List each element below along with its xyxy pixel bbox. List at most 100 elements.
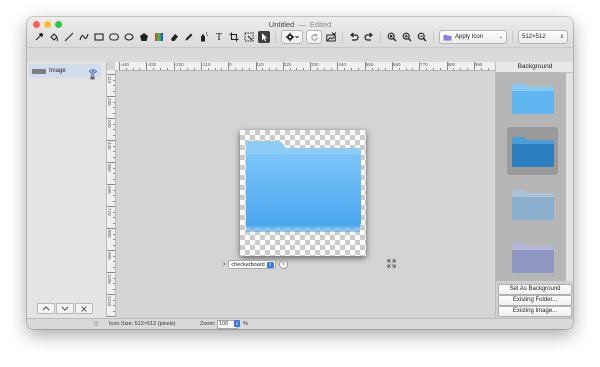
ruler-tick: [453, 68, 454, 70]
ruler-tick: [426, 68, 427, 70]
size-popup[interactable]: 512×512 ⇕: [518, 30, 568, 44]
ruler-tick: [439, 68, 441, 70]
resize-handle-icon[interactable]: |||: [94, 321, 98, 327]
ruler-label: 770: [107, 208, 112, 216]
help-button[interactable]: ?: [278, 260, 288, 269]
ruler-label: 110: [107, 76, 112, 84]
title-bar: Untitled — Edited T Apply Icon ⌄ 512×512…: [27, 17, 573, 62]
secondary-bar: [27, 47, 573, 62]
folder-icon: [443, 34, 452, 41]
ruler-label: 0: [229, 62, 232, 67]
ruler-label: 880: [107, 230, 112, 238]
spray-can-icon[interactable]: [198, 31, 210, 43]
zoom-label: Zoom:: [200, 321, 216, 327]
ruler-tick: [330, 68, 332, 70]
zoom-to-fit-icon[interactable]: [386, 31, 398, 43]
arrow-pointer-icon[interactable]: [258, 31, 270, 43]
ruler-tick: [480, 68, 482, 70]
ruler-label: 1100: [107, 274, 112, 284]
rounded-rectangle-icon[interactable]: [108, 31, 120, 43]
existing-folder-button[interactable]: Existing Folder...: [498, 295, 572, 306]
set-as-background-button[interactable]: Set As Background: [498, 284, 572, 295]
close-icon: [81, 305, 87, 312]
ruler-tick: [113, 233, 115, 234]
layers-panel: Image: [27, 62, 107, 318]
ruler-tick: [241, 68, 243, 70]
chevron-right-icon[interactable]: ›: [223, 261, 225, 268]
layer-delete-button[interactable]: [75, 303, 93, 314]
ruler-label: 220: [283, 62, 292, 67]
ruler-tick: [194, 68, 195, 70]
existing-image-button[interactable]: Existing Image...: [498, 306, 572, 317]
canvas-area[interactable]: -440 -330 -220 -110 0 110 220 330 440 550 660 770 88…: [107, 62, 495, 318]
text-icon[interactable]: T: [213, 31, 225, 43]
zoom-in-icon[interactable]: [401, 31, 413, 43]
ruler-tick: [344, 68, 345, 70]
ruler-tick: [235, 68, 236, 70]
ruler-tick: [113, 255, 115, 256]
ruler-tick: [371, 68, 373, 70]
background-panel: Background Set As Background Existing Fo…: [495, 62, 573, 318]
chevron-up-icon: [42, 306, 50, 311]
purple-folder-icon[interactable]: [507, 233, 558, 281]
thumbnails-scrollbar[interactable]: [566, 73, 573, 281]
refresh-button[interactable]: [306, 30, 322, 44]
horizontal-ruler: -440 -330 -220 -110 0 110 220 330 440 550 660 770 88…: [115, 62, 495, 71]
ruler-tick: [221, 68, 222, 70]
eye-icon[interactable]: [89, 68, 97, 74]
ruler-label: 660: [107, 186, 112, 194]
blue-folder-icon[interactable]: [507, 127, 558, 175]
icon-size-label: Icon Size: 512×512 (pixels): [109, 321, 176, 327]
add-image-icon[interactable]: [325, 31, 337, 43]
ruler-tick: [113, 266, 115, 267]
ruler-label: 110: [256, 62, 264, 67]
crop-icon[interactable]: [228, 31, 240, 43]
refresh-icon: [310, 32, 318, 41]
undo-icon[interactable]: [348, 31, 360, 43]
ruler-tick: [351, 68, 352, 70]
paint-bucket-icon[interactable]: [48, 31, 60, 43]
ruler-tick: [113, 112, 115, 113]
expand-arrows-icon[interactable]: [387, 259, 396, 268]
line-icon[interactable]: [63, 31, 75, 43]
ruler-tick: [187, 68, 188, 70]
eyedropper-icon[interactable]: [33, 31, 45, 43]
polygon-icon[interactable]: [138, 31, 150, 43]
ruler-tick: [125, 68, 127, 70]
pencil-icon[interactable]: [183, 31, 195, 43]
ruler-label: -220: [174, 62, 184, 67]
ruler-tick: [214, 68, 216, 70]
gradient-icon[interactable]: [153, 31, 165, 43]
ruler-tick: [107, 206, 115, 207]
ruler-tick: [207, 68, 209, 70]
lock-icon[interactable]: [90, 74, 95, 80]
icon-canvas[interactable]: [240, 130, 366, 256]
ruler-tick: [113, 101, 115, 102]
zoom-stepper[interactable]: ⇕: [234, 320, 240, 327]
redo-icon[interactable]: [363, 31, 375, 43]
graphite-folder-icon[interactable]: [507, 180, 558, 228]
light-blue-folder-icon[interactable]: [507, 74, 558, 122]
settings-button[interactable]: [281, 30, 303, 44]
background-select[interactable]: checkerboard ⇕: [228, 260, 276, 269]
ruler-tick: [378, 68, 379, 70]
ruler-tick: [113, 310, 115, 311]
curve-icon[interactable]: [78, 31, 90, 43]
ruler-tick: [269, 68, 270, 70]
apply-icon-button[interactable]: Apply Icon ⌄: [439, 30, 507, 44]
ruler-tick: [113, 129, 115, 130]
ruler-label: -440: [120, 62, 130, 67]
up-down-chevron-icon: ⇕: [559, 34, 564, 40]
zoom-out-icon[interactable]: [416, 31, 428, 43]
oval-icon[interactable]: [123, 31, 135, 43]
ruler-tick: [107, 272, 115, 273]
eraser-icon[interactable]: [168, 31, 180, 43]
ruler-tick: [275, 68, 277, 70]
ruler-tick: [107, 316, 115, 317]
layer-up-button[interactable]: [37, 303, 55, 314]
rectangle-icon[interactable]: [93, 31, 105, 43]
layer-down-button[interactable]: [56, 303, 74, 314]
ruler-tick: [113, 156, 115, 157]
document-name: Untitled: [268, 20, 295, 29]
magic-select-icon[interactable]: [243, 31, 255, 43]
